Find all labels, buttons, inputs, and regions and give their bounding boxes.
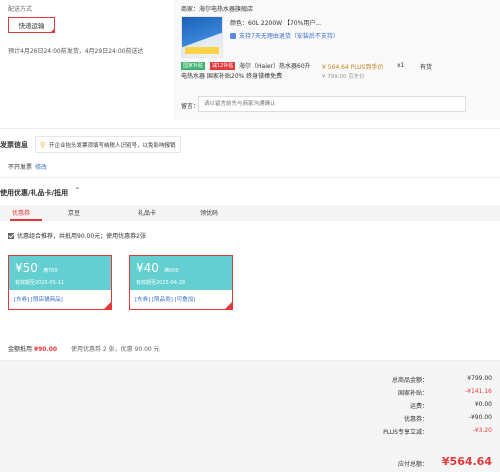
selected-corner-mark: [103, 301, 112, 310]
coupon-summary: 金额抵用 ¥90.00: [8, 344, 57, 353]
total-row-value: ¥0.00: [474, 401, 492, 408]
coupon-condition: 满500: [164, 268, 179, 274]
quantity: x1: [397, 62, 405, 69]
coupon-summary-note: 使用优惠券 2 张，优惠 90.00 元: [71, 346, 160, 353]
total-row-value: -¥3.20: [472, 427, 492, 434]
total-row-value: -¥141.16: [465, 388, 492, 395]
coupon-card-header: ¥50 满700 有效期至2025-05-11: [9, 256, 111, 290]
product-image[interactable]: [181, 16, 223, 58]
jd-price: ¥ 799.00 京东价: [322, 74, 365, 80]
total-row-value: ¥799.00: [467, 375, 492, 382]
product-image-banner: [185, 47, 219, 54]
tab-coupon[interactable]: 优惠券: [12, 208, 30, 217]
coupon-tags: [东券] [限品类] [可叠加]: [135, 297, 196, 303]
chevron-up-icon[interactable]: ⌃: [74, 186, 81, 195]
tab-gift-card[interactable]: 礼品卡: [138, 208, 156, 217]
invoice-tip: ⚲ 开企业抬头发票须填写纳税人识别号，以免影响报销: [35, 136, 181, 153]
combo-text: 优惠组合推荐，共抵用90.00元；使用优惠券2张: [17, 233, 146, 240]
remark-label: 留言：: [181, 103, 200, 110]
shop-name[interactable]: 商家：海尔电热水器旗舰店: [181, 4, 253, 13]
invoice-title: 发票信息: [0, 141, 28, 149]
payable-label: 应付总额：: [397, 461, 428, 468]
coupon-section-title[interactable]: 使用优惠/礼品卡/抵用: [0, 188, 68, 198]
coupon-amount: ¥40: [136, 261, 159, 275]
coupon-summary-label: 金额抵用: [8, 346, 33, 353]
coupon-validity: 有效期至2025-05-11: [15, 280, 65, 286]
active-tab-indicator: [10, 219, 42, 221]
product-spec: 颜色：60L 2200W 【70%用户...: [230, 20, 322, 27]
coupon-card[interactable]: ¥40 满500 有效期至2025-04-28 [东券] [限品类] [可叠加]: [129, 255, 233, 310]
tab-jd-beans[interactable]: 京豆: [68, 208, 80, 217]
divider: [0, 128, 500, 129]
total-row-label: 总商品金额：: [391, 377, 428, 384]
return-policy-text: 支持7天无理由退货（安装后不支持）: [239, 33, 339, 40]
return-policy-icon: [230, 32, 236, 39]
tab-coupon-code[interactable]: 领优码: [200, 208, 218, 217]
coupon-summary-amount: ¥90.00: [33, 346, 58, 353]
invoice-modify-link[interactable]: 修改: [35, 162, 47, 171]
stock-status: 有货: [420, 64, 433, 71]
invoice-status: 不开发票: [8, 164, 33, 171]
delivery-eta: 预计4月26日24:00前发货，4月29日24:00前送达: [8, 48, 144, 55]
coupon-combo-row[interactable]: 优惠组合推荐，共抵用90.00元；使用优惠券2张: [8, 231, 146, 240]
remark-input[interactable]: [198, 96, 466, 112]
express-shipping-label: 快递运输: [18, 22, 45, 30]
selected-corner-mark: [224, 301, 233, 310]
express-shipping-button[interactable]: 快递运输: [8, 17, 55, 33]
total-row-label: 国家补贴：: [397, 390, 428, 397]
total-row-value: -¥90.00: [468, 414, 492, 421]
coupon-amount: ¥50: [15, 261, 38, 275]
total-row-label: PLUS专享立减：: [383, 429, 428, 436]
payable-amount: ¥564.64: [441, 455, 492, 468]
subsidy-badge: 国家补贴: [181, 62, 206, 70]
combo-checkbox[interactable]: [8, 232, 14, 239]
total-row-label: 运费：: [409, 403, 428, 410]
delivery-label: 配送方式: [8, 6, 33, 13]
discount-badge: 减12补贴: [210, 62, 236, 70]
coupon-validity: 有效期至2025-04-28: [136, 280, 186, 286]
return-policy: 支持7天无理由退货（安装后不支持）: [230, 31, 339, 40]
coupon-card[interactable]: ¥50 满700 有效期至2025-05-11 [东券] [限店铺商品]: [8, 255, 112, 310]
selected-corner-mark: [50, 28, 55, 33]
total-row-label: 优惠券：: [403, 416, 428, 423]
plus-price: ¥ 564.64 PLUS到手价: [322, 64, 384, 71]
divider: [0, 177, 500, 178]
coupon-condition: 满700: [43, 268, 58, 274]
lightbulb-icon: ⚲: [40, 140, 46, 149]
coupon-card-header: ¥40 满500 有效期至2025-04-28: [130, 256, 232, 290]
invoice-tip-text: 开企业抬头发票须填写纳税人识别号，以免影响报销: [49, 142, 176, 149]
coupon-tags: [东券] [限店铺商品]: [14, 297, 63, 303]
